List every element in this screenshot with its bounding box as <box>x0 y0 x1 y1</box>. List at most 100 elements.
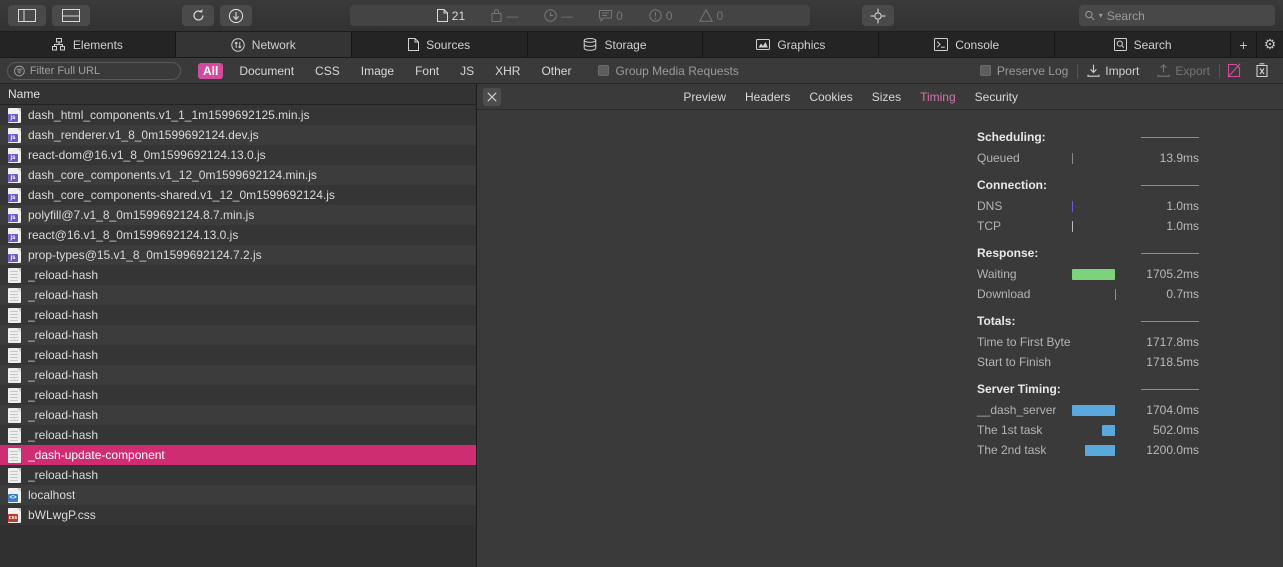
detail-tab-headers[interactable]: Headers <box>745 90 790 104</box>
tab-network-label: Network <box>251 37 296 52</box>
request-row[interactable]: _reload-hash <box>0 365 476 385</box>
resources-count: 21 <box>424 9 478 23</box>
request-row[interactable]: _reload-hash <box>0 425 476 445</box>
type-filter-other[interactable]: Other <box>536 63 576 79</box>
toggle-sidebar-bottom-button[interactable] <box>52 5 90 26</box>
graphics-icon <box>756 39 771 50</box>
global-search-box[interactable]: ▾ <box>1079 5 1275 26</box>
timing-bar-server <box>1072 405 1115 416</box>
size-count: — <box>478 9 531 23</box>
detail-tab-timing[interactable]: Timing <box>920 90 956 104</box>
tab-sources[interactable]: Sources <box>351 32 528 57</box>
tab-network[interactable]: Network <box>175 32 352 57</box>
time-count-value: — <box>561 8 574 23</box>
global-search-input[interactable] <box>1106 8 1269 23</box>
export-button[interactable]: Export <box>1148 64 1219 78</box>
request-row[interactable]: _reload-hash <box>0 265 476 285</box>
detail-tab-cookies[interactable]: Cookies <box>809 90 852 104</box>
import-button[interactable]: Import <box>1078 64 1148 78</box>
detail-tab-security[interactable]: Security <box>975 90 1018 104</box>
request-row[interactable]: _reload-hash <box>0 405 476 425</box>
type-filter-js[interactable]: JS <box>455 63 479 79</box>
doc-file-icon <box>8 467 21 483</box>
request-row-label: react@16.v1_8_0m1599692124.13.0.js <box>28 228 239 242</box>
timing-row-value: 1717.8ms <box>1146 335 1199 349</box>
request-row-label: _reload-hash <box>28 468 99 482</box>
export-label: Export <box>1175 63 1210 78</box>
panel-left-icon <box>18 9 36 22</box>
network-request-list[interactable]: Name js dash_html_components.v1_1_1m15996… <box>0 84 477 567</box>
request-row[interactable]: js react@16.v1_8_0m1599692124.13.0.js <box>0 225 476 245</box>
toggle-sidebar-left-button[interactable] <box>8 5 46 26</box>
request-row-label: dash_renderer.v1_8_0m1599692124.dev.js <box>28 128 259 142</box>
request-row[interactable]: _reload-hash <box>0 385 476 405</box>
message-icon <box>599 9 613 22</box>
timing-section: Connection: DNS 1.0ms TCP 1.0ms <box>977 178 1199 236</box>
request-row[interactable]: js dash_html_components.v1_1_1m1599692125… <box>0 105 476 125</box>
filter-url-input[interactable] <box>29 64 174 77</box>
add-tab-button[interactable]: + <box>1231 32 1258 57</box>
type-filter-document[interactable]: Document <box>234 63 299 79</box>
close-detail-button[interactable] <box>483 87 501 106</box>
request-row[interactable]: js dash_core_components.v1_12_0m159969212… <box>0 165 476 185</box>
request-row[interactable]: _reload-hash <box>0 465 476 485</box>
timing-waterfall: Scheduling: Queued 13.9ms Connection: DNS 1.0… <box>477 110 1283 567</box>
request-row[interactable]: js prop-types@15.v1_8_0m1599692124.7.2.js <box>0 245 476 265</box>
settings-button[interactable]: ⚙ <box>1257 32 1283 57</box>
request-row[interactable]: js dash_renderer.v1_8_0m1599692124.dev.js <box>0 125 476 145</box>
list-column-header: Name <box>0 84 476 105</box>
request-row[interactable]: js react-dom@16.v1_8_0m1599692124.13.0.js <box>0 145 476 165</box>
filter-url-box[interactable] <box>7 61 181 80</box>
request-row-label: dash_core_components-shared.v1_12_0m1599… <box>28 188 335 202</box>
doc-file-icon <box>8 427 21 443</box>
reload-button[interactable] <box>182 5 214 26</box>
request-row[interactable]: css bWLwgP.css <box>0 505 476 525</box>
request-row[interactable]: js dash_core_components-shared.v1_12_0m15… <box>0 185 476 205</box>
preserve-log-checkbox[interactable]: Preserve Log <box>979 64 1077 78</box>
tab-search-label: Search <box>1133 37 1172 52</box>
timing-row: Queued 13.9ms <box>977 148 1199 168</box>
request-row[interactable]: _reload-hash <box>0 305 476 325</box>
request-row-label: _reload-hash <box>28 348 99 362</box>
timing-row-value: 1718.5ms <box>1146 355 1199 369</box>
request-row[interactable]: <> localhost <box>0 485 476 505</box>
tab-elements[interactable]: Elements <box>0 32 176 57</box>
type-filter-all[interactable]: All <box>198 62 224 79</box>
clear-network-button[interactable] <box>1248 63 1276 78</box>
tab-storage[interactable]: Storage <box>527 32 704 57</box>
clock-icon <box>544 9 557 22</box>
timing-row: Time to First Byte 1717.8ms <box>977 332 1199 352</box>
request-row[interactable]: js polyfill@7.v1_8_0m1599692124.8.7.min.j… <box>0 205 476 225</box>
storage-icon <box>584 38 597 51</box>
timing-row-value: 1.0ms <box>1166 219 1199 233</box>
checkbox-box <box>598 65 610 76</box>
tab-console[interactable]: Console <box>879 32 1056 57</box>
js-file-icon: js <box>8 167 21 183</box>
request-row[interactable]: _reload-hash <box>0 345 476 365</box>
tab-graphics[interactable]: Graphics <box>703 32 880 57</box>
logs-count-value: 0 <box>616 8 623 23</box>
timing-bar-track <box>1072 284 1115 304</box>
type-filter-font[interactable]: Font <box>410 63 444 79</box>
disable-cache-button[interactable] <box>1220 63 1248 78</box>
column-name-label: Name <box>8 87 41 101</box>
document-icon <box>436 9 448 22</box>
import-icon <box>1087 64 1100 77</box>
detail-tab-preview[interactable]: Preview <box>683 90 726 104</box>
request-row[interactable]: _dash-update-component <box>0 445 476 465</box>
type-filter-xhr[interactable]: XHR <box>490 63 525 79</box>
import-label: Import <box>1105 63 1140 78</box>
type-filter-css[interactable]: CSS <box>310 63 345 79</box>
disable-cache-icon <box>1227 63 1241 78</box>
section-rule <box>1141 388 1199 390</box>
request-row[interactable]: _reload-hash <box>0 325 476 345</box>
doc-file-icon <box>8 447 21 463</box>
type-filter-image[interactable]: Image <box>356 63 399 79</box>
request-row[interactable]: _reload-hash <box>0 285 476 305</box>
group-media-requests-checkbox[interactable]: Group Media Requests <box>598 64 739 78</box>
download-button[interactable] <box>220 5 252 26</box>
element-selector-button[interactable] <box>862 5 894 26</box>
tab-search[interactable]: Search <box>1055 32 1232 57</box>
detail-tab-sizes[interactable]: Sizes <box>872 90 901 104</box>
gear-icon: ⚙ <box>1263 36 1277 52</box>
